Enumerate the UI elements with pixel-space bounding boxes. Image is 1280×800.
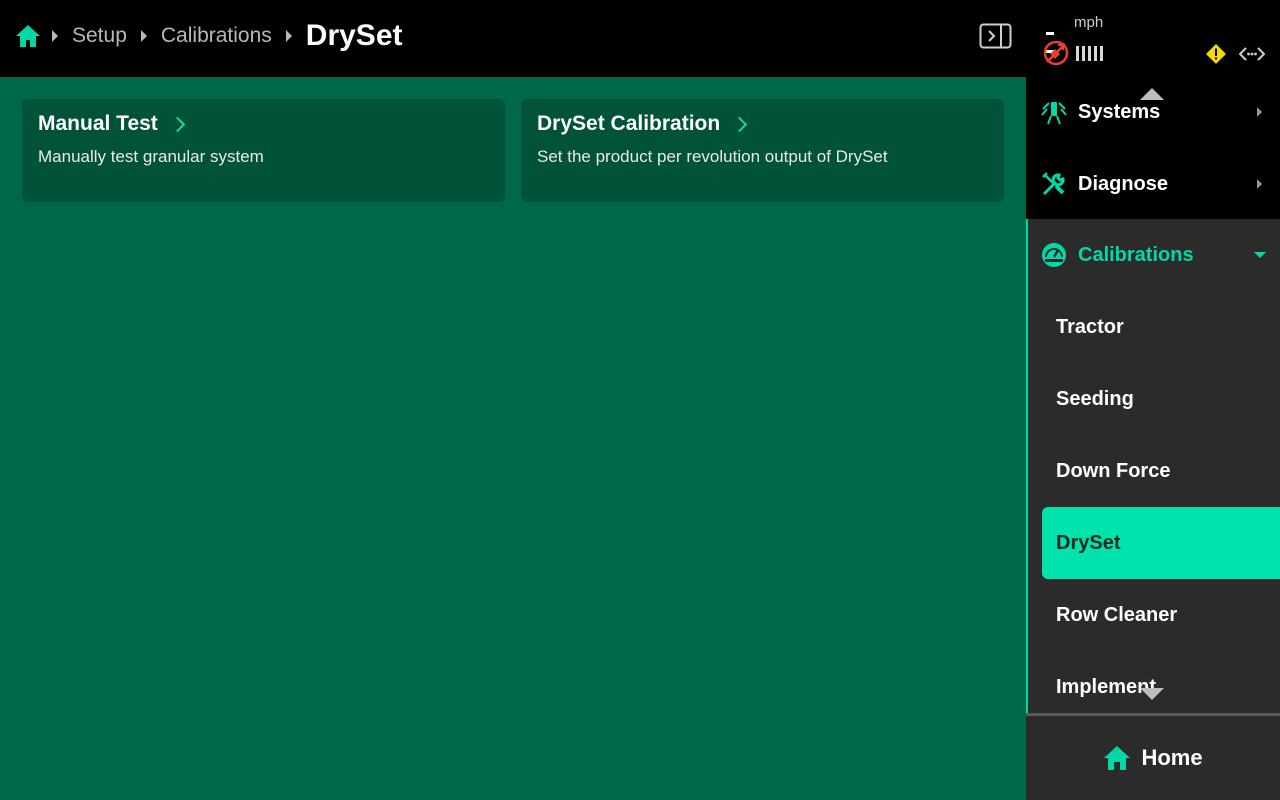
chevron-right-icon	[1257, 179, 1262, 189]
home-button-label: Home	[1141, 745, 1203, 770]
chevron-right-icon	[1257, 107, 1262, 117]
systems-icon	[1041, 99, 1067, 125]
card-title: Manual Test	[38, 112, 158, 135]
wrench-icon	[1041, 171, 1067, 197]
top-bar: Setup Calibrations DrySet	[0, 0, 1026, 77]
speed-unit: mph	[1074, 14, 1104, 31]
sub-item-seeding[interactable]: Seeding	[1042, 363, 1280, 435]
gauge-icon	[1041, 242, 1067, 268]
status-bar: mph	[1026, 0, 1280, 76]
sub-item-label: DrySet	[1056, 531, 1121, 554]
main-content: Manual Test Manually test granular syste…	[0, 77, 1026, 800]
sub-item-down-force[interactable]: Down Force	[1042, 435, 1280, 507]
nav-item-systems[interactable]: Systems	[1026, 76, 1280, 148]
nav-label: Systems	[1078, 100, 1161, 123]
scroll-down-icon[interactable]	[1140, 688, 1164, 700]
nav-label: Diagnose	[1078, 172, 1169, 195]
panel-toggle-icon[interactable]	[979, 23, 1012, 49]
chevron-right-icon	[52, 30, 58, 42]
sub-item-row-cleaner[interactable]: Row Cleaner	[1042, 579, 1280, 651]
breadcrumb-setup[interactable]: Setup	[72, 24, 127, 48]
card-title: DrySet Calibration	[537, 112, 721, 135]
sub-item-label: Seeding	[1056, 387, 1134, 410]
chevron-right-icon	[169, 116, 186, 132]
page-title: DrySet	[305, 19, 403, 52]
home-icon[interactable]	[14, 22, 42, 50]
breadcrumb: Setup Calibrations DrySet	[48, 0, 403, 72]
sub-item-implement[interactable]: Implement	[1042, 651, 1280, 713]
scroll-up-icon[interactable]	[1140, 88, 1164, 100]
home-button[interactable]: Home	[1026, 713, 1280, 800]
signal-bars-icon	[1076, 46, 1103, 61]
chevron-right-icon	[285, 30, 292, 42]
gps-lost-icon	[1043, 40, 1069, 66]
chevron-right-icon	[731, 116, 748, 132]
sub-item-label: Tractor	[1056, 315, 1124, 338]
sub-item-label: Down Force	[1056, 459, 1171, 482]
nav-item-diagnose[interactable]: Diagnose	[1026, 148, 1280, 220]
sub-item-tractor[interactable]: Tractor	[1042, 291, 1280, 363]
breadcrumb-calibrations[interactable]: Calibrations	[161, 24, 272, 48]
speed-value	[1046, 22, 1066, 53]
sub-item-label: Row Cleaner	[1056, 603, 1178, 626]
nav-item-calibrations[interactable]: Calibrations	[1028, 219, 1280, 291]
chevron-right-icon	[140, 30, 147, 42]
nav-calibrations-section: Calibrations Tractor Seeding Down Force …	[1026, 219, 1280, 713]
card-description: Set the product per revolution output of…	[537, 147, 888, 166]
warning-icon[interactable]	[1205, 43, 1227, 65]
manual-test-card[interactable]: Manual Test Manually test granular syste…	[22, 99, 505, 202]
dryset-calibration-card[interactable]: DrySet Calibration Set the product per r…	[521, 99, 1004, 202]
right-panel: mph Systems Diagnose Calibrations Tracto…	[1026, 0, 1280, 800]
app-root: Setup Calibrations DrySet Manual Test Ma…	[0, 0, 1280, 800]
connection-icon[interactable]	[1238, 45, 1266, 63]
chevron-down-icon	[1254, 252, 1266, 258]
home-icon	[1104, 746, 1131, 770]
card-description: Manually test granular system	[38, 147, 264, 166]
sub-item-dryset[interactable]: DrySet	[1042, 507, 1280, 579]
nav-label: Calibrations	[1078, 243, 1194, 266]
